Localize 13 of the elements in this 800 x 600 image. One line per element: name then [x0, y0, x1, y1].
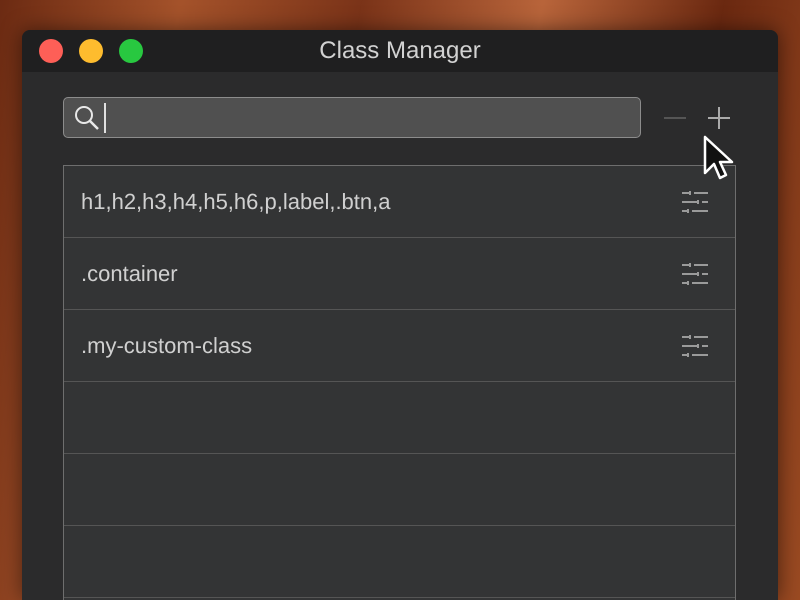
mouse-pointer-icon	[703, 135, 735, 181]
class-row[interactable]: .container	[64, 238, 735, 310]
sliders-icon[interactable]	[682, 262, 708, 284]
window-title: Class Manager	[319, 37, 481, 65]
zoom-button[interactable]	[119, 39, 143, 63]
search-field[interactable]	[63, 97, 641, 138]
sliders-icon[interactable]	[682, 190, 708, 212]
sliders-icon[interactable]	[682, 334, 708, 356]
close-button[interactable]	[39, 39, 63, 63]
plus-icon[interactable]	[707, 106, 731, 130]
minimize-button[interactable]	[79, 39, 103, 63]
class-row[interactable]: .my-custom-class	[64, 310, 735, 382]
search-icon	[74, 104, 100, 130]
